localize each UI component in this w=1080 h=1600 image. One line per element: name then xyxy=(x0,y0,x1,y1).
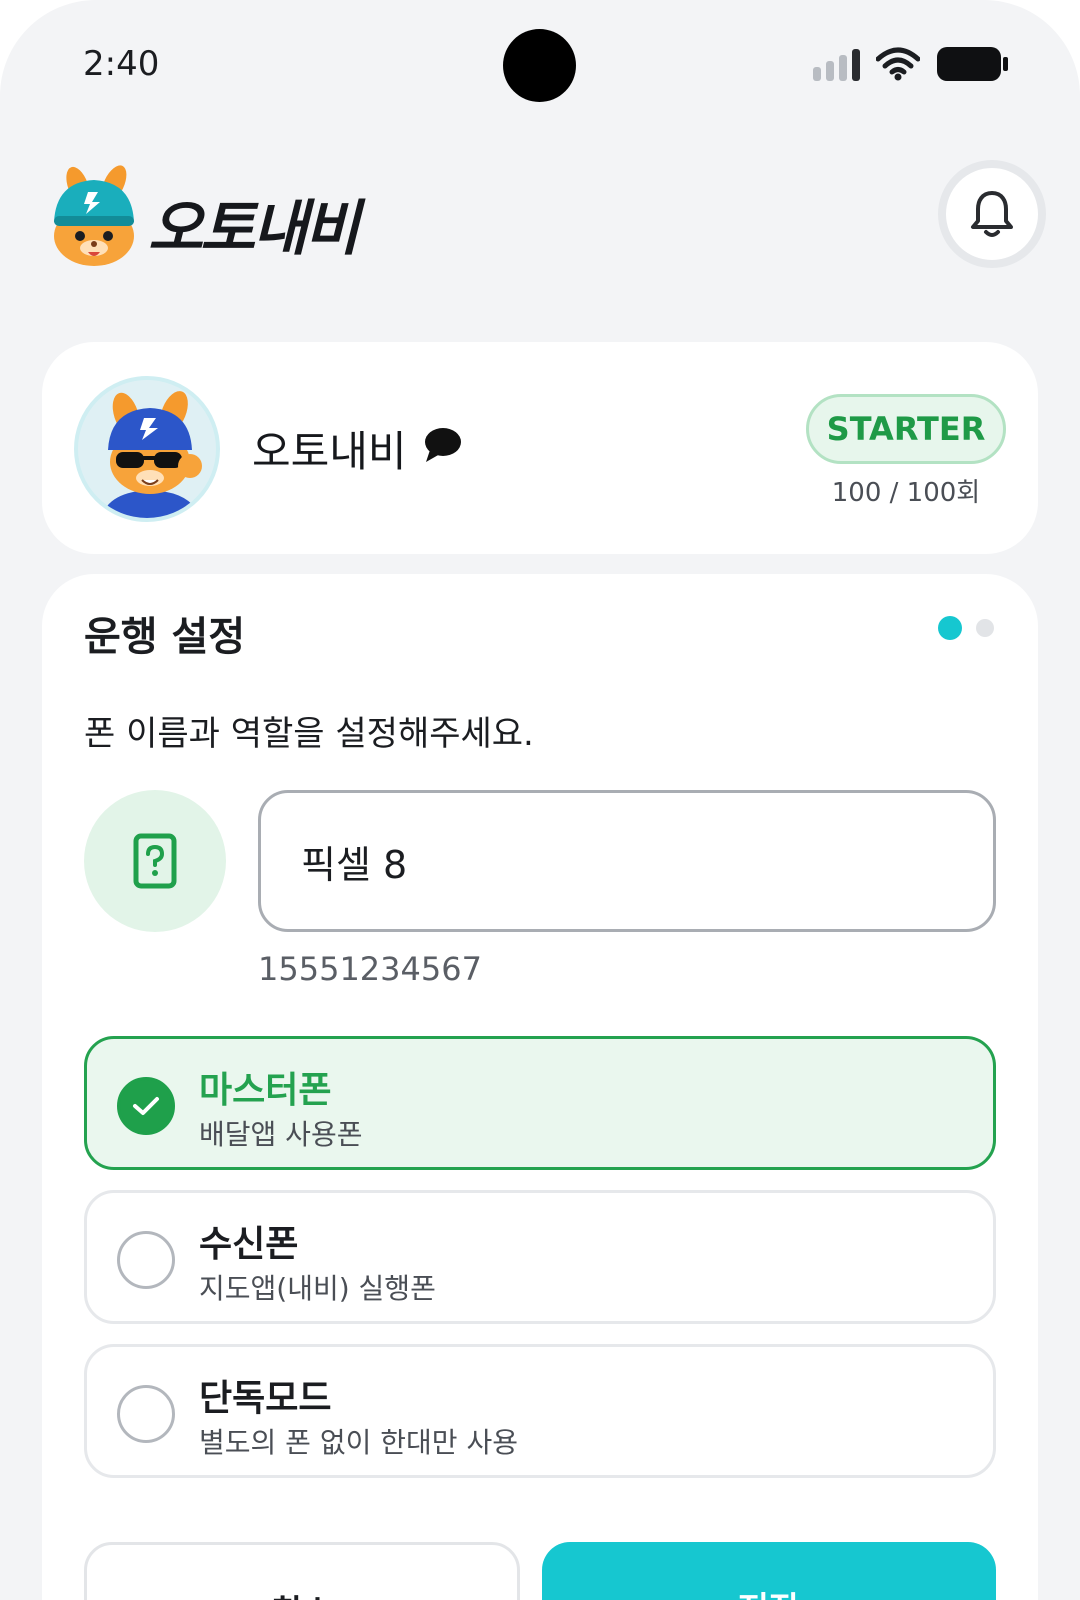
profile-name: 오토내비 xyxy=(252,427,407,476)
mascot-logo-icon xyxy=(48,164,140,268)
notification-button[interactable] xyxy=(938,160,1046,268)
phone-question-icon xyxy=(133,833,177,889)
save-button[interactable]: 저장 xyxy=(542,1542,996,1600)
cancel-button[interactable]: 취소 xyxy=(84,1542,520,1600)
role-option-master[interactable]: 마스터폰 배달앱 사용폰 xyxy=(84,1036,996,1170)
section-title: 운행 설정 xyxy=(84,614,246,660)
app-screen: 2:40 오토내비 오토내비 STARTER 100 / 100회 운행 설정 … xyxy=(0,0,1080,1600)
role-title: 수신폰 xyxy=(199,1224,299,1265)
phone-icon-badge xyxy=(84,790,226,932)
avatar[interactable] xyxy=(74,376,220,522)
radio-unchecked[interactable] xyxy=(117,1231,175,1289)
chat-bubble-icon[interactable] xyxy=(422,426,462,468)
page-dot-active xyxy=(938,616,962,640)
brand-title: 오토내비 xyxy=(148,194,360,264)
wifi-icon xyxy=(876,47,920,81)
drive-settings-card: 운행 설정 폰 이름과 역할을 설정해주세요. 15551234567 마스터폰… xyxy=(42,574,1038,1600)
battery-icon xyxy=(936,46,1008,82)
camera-cutout xyxy=(503,29,576,102)
role-option-receiver[interactable]: 수신폰 지도앱(내비) 실행폰 xyxy=(84,1190,996,1324)
profile-card: 오토내비 STARTER 100 / 100회 xyxy=(42,342,1038,554)
status-time: 2:40 xyxy=(83,44,160,84)
role-desc: 별도의 폰 없이 한대만 사용 xyxy=(199,1426,518,1459)
check-icon xyxy=(133,1097,159,1115)
role-desc: 지도앱(내비) 실행폰 xyxy=(199,1272,436,1305)
instruction-text: 폰 이름과 역할을 설정해주세요. xyxy=(84,714,534,754)
phone-name-input[interactable] xyxy=(258,790,996,932)
usage-count: 100 / 100회 xyxy=(831,478,981,508)
phone-number: 15551234567 xyxy=(258,950,482,988)
signal-icon xyxy=(813,47,860,81)
plan-badge: STARTER xyxy=(806,394,1006,464)
radio-unchecked[interactable] xyxy=(117,1385,175,1443)
page-dot xyxy=(976,619,994,637)
role-title: 단독모드 xyxy=(199,1378,332,1419)
radio-checked[interactable] xyxy=(117,1077,175,1135)
role-option-standalone[interactable]: 단독모드 별도의 폰 없이 한대만 사용 xyxy=(84,1344,996,1478)
role-title: 마스터폰 xyxy=(199,1070,332,1111)
page-indicator xyxy=(938,616,994,640)
role-desc: 배달앱 사용폰 xyxy=(199,1118,363,1151)
bell-icon xyxy=(971,191,1013,237)
status-icons xyxy=(813,46,1008,82)
